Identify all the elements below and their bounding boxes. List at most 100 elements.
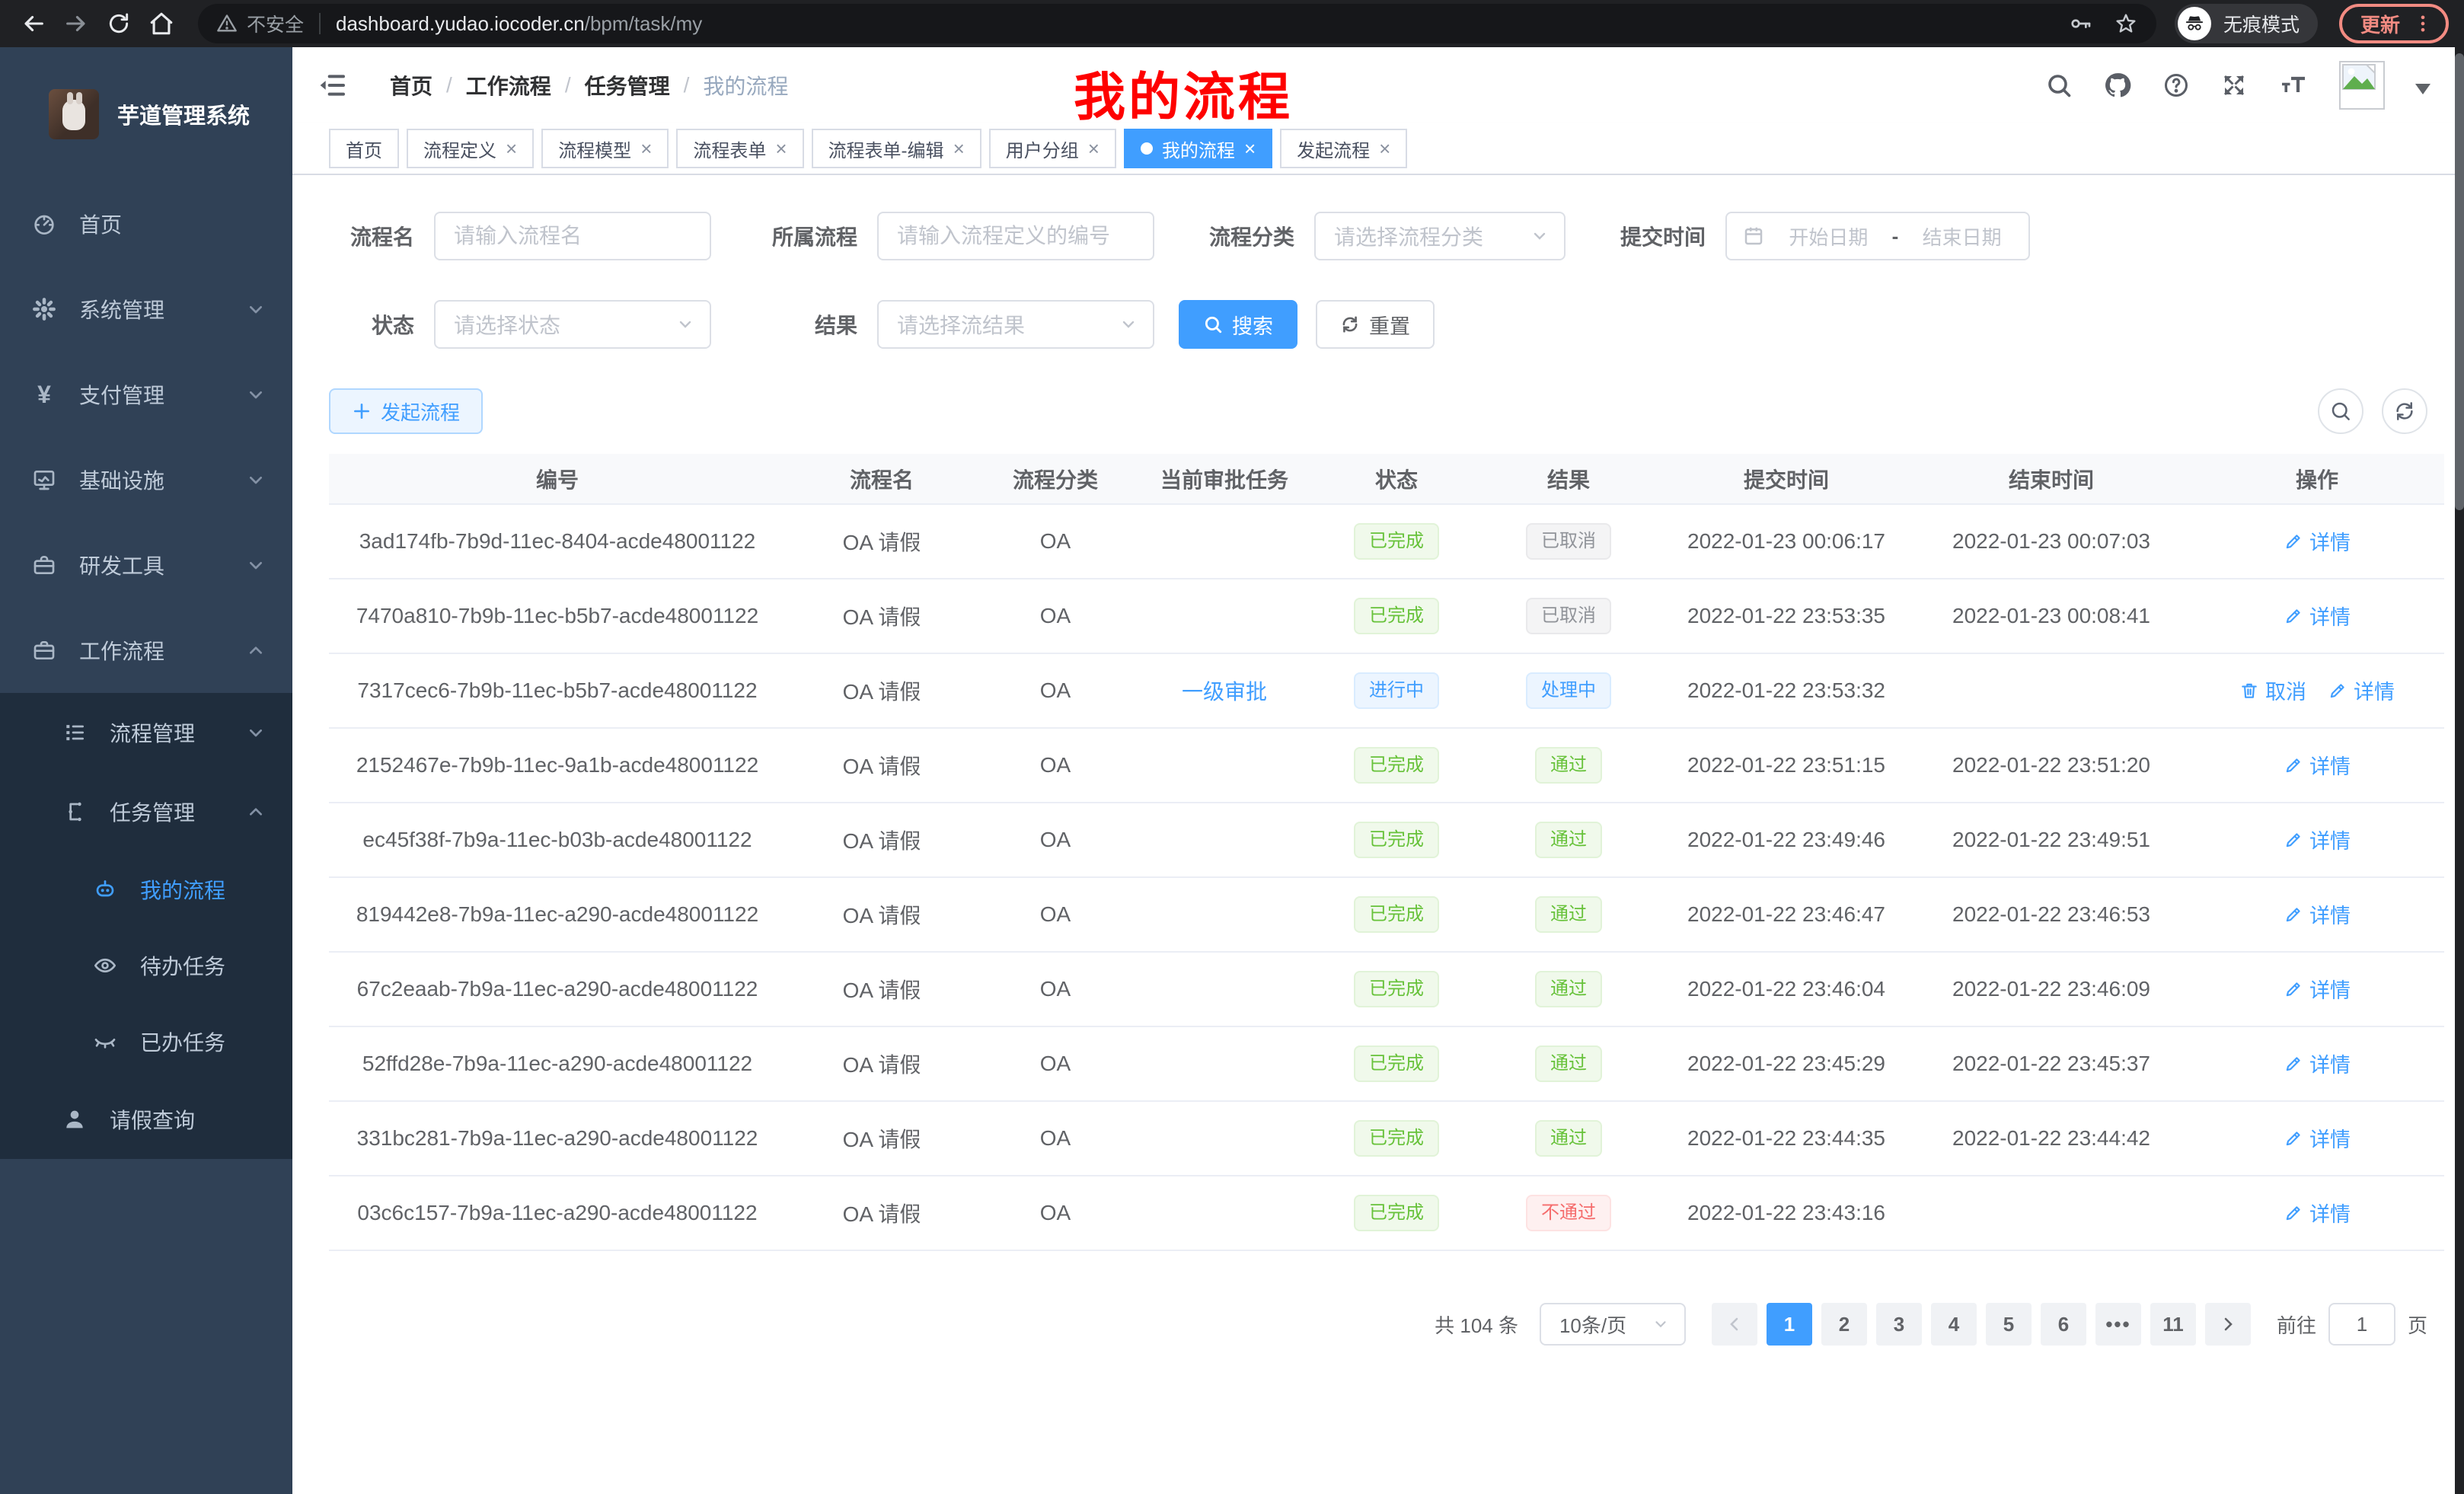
breadcrumb-item[interactable]: 任务管理 [585, 70, 670, 101]
toggle-search-button[interactable] [2318, 388, 2363, 434]
user-avatar[interactable] [2339, 61, 2385, 110]
sidebar-item-yen[interactable]: ¥支付管理 [0, 352, 292, 437]
sidebar-item-gear[interactable]: 系统管理 [0, 267, 292, 352]
detail-action-link[interactable]: 详情 [2284, 974, 2351, 1004]
sidebar-item-user[interactable]: 请假查询 [0, 1080, 292, 1159]
cell-status: 已完成 [1316, 1101, 1477, 1176]
font-size-icon[interactable] [2278, 72, 2309, 99]
task-link[interactable]: 一级审批 [1182, 680, 1267, 704]
browser-home-icon[interactable] [143, 5, 180, 42]
tab-close-icon[interactable]: × [953, 139, 965, 158]
result-badge: 通过 [1535, 747, 1602, 784]
end-date-placeholder[interactable]: 结束日期 [1910, 222, 2013, 251]
reset-button[interactable]: 重置 [1316, 300, 1435, 349]
next-page-button[interactable] [2205, 1303, 2251, 1346]
sidebar-item-toolbox[interactable]: 研发工具 [0, 522, 292, 608]
detail-action-link[interactable]: 详情 [2284, 1123, 2351, 1153]
cell-process-name: OA 请假 [786, 504, 978, 579]
tab-item[interactable]: 流程表单× [676, 129, 803, 168]
pencil-icon [2284, 1128, 2303, 1148]
flow-icon [61, 800, 88, 824]
security-indicator[interactable]: 不安全 [216, 10, 304, 37]
tab-item[interactable]: 流程定义× [407, 129, 534, 168]
tab-item[interactable]: 流程表单-编辑× [812, 129, 981, 168]
page-number-button[interactable]: 3 [1876, 1303, 1922, 1346]
tab-close-icon[interactable]: × [775, 139, 787, 158]
browser-reload-icon[interactable] [101, 5, 137, 42]
page-number-button[interactable]: 5 [1986, 1303, 2032, 1346]
goto-page-input[interactable] [2328, 1303, 2395, 1346]
breadcrumb-item[interactable]: 首页 [390, 70, 432, 101]
pencil-icon [2284, 1203, 2303, 1223]
breadcrumb-item[interactable]: 工作流程 [466, 70, 551, 101]
sidebar-item-monitor[interactable]: 基础设施 [0, 437, 292, 522]
tab-item[interactable]: 我的流程× [1124, 129, 1272, 168]
sidebar-item-flow[interactable]: 任务管理 [0, 772, 292, 851]
cancel-action-link[interactable]: 取消 [2239, 675, 2306, 705]
tab-close-icon[interactable]: × [640, 139, 652, 158]
tab-close-icon[interactable]: × [1379, 139, 1390, 158]
detail-action-link[interactable]: 详情 [2284, 601, 2351, 630]
page-ellipsis-button[interactable]: ••• [2095, 1303, 2141, 1346]
result-select[interactable]: 请选择流结果 [877, 300, 1154, 349]
sidebar-item-eye[interactable]: 待办任务 [0, 927, 292, 1004]
page-size-select[interactable]: 10条/页 [1540, 1303, 1686, 1346]
plus-icon [352, 401, 372, 421]
result-badge: 不通过 [1526, 1195, 1611, 1231]
sidebar-item-label: 首页 [79, 209, 122, 239]
url-bar[interactable]: 不安全 dashboard.yudao.iocoder.cn/bpm/task/… [198, 4, 2156, 43]
page-number-button[interactable]: 11 [2150, 1303, 2196, 1346]
page-number-button[interactable]: 1 [1767, 1303, 1812, 1346]
avatar-dropdown-caret-icon[interactable] [2415, 84, 2430, 102]
cell-actions: 详情 [2190, 579, 2444, 653]
bookmark-star-icon[interactable] [2114, 11, 2138, 36]
page-number-button[interactable]: 4 [1931, 1303, 1977, 1346]
browser-back-icon[interactable] [15, 5, 52, 42]
create-process-button[interactable]: 发起流程 [329, 388, 483, 434]
search-button[interactable]: 搜索 [1179, 300, 1297, 349]
detail-action-link[interactable]: 详情 [2284, 825, 2351, 854]
help-icon[interactable] [2162, 72, 2190, 99]
page-number-button[interactable]: 2 [1821, 1303, 1867, 1346]
password-key-icon[interactable] [2068, 11, 2092, 36]
detail-action-link[interactable]: 详情 [2284, 1049, 2351, 1078]
status-select[interactable]: 请选择状态 [434, 300, 711, 349]
detail-action-link[interactable]: 详情 [2284, 899, 2351, 929]
breadcrumb-item: 我的流程 [703, 70, 788, 101]
sidebar-item-label: 我的流程 [140, 874, 225, 905]
process-name-input[interactable] [434, 212, 711, 260]
browser-forward-icon[interactable] [58, 5, 94, 42]
sidebar-item-dashboard[interactable]: 首页 [0, 181, 292, 267]
submit-time-range-picker[interactable]: 开始日期 - 结束日期 [1725, 212, 2030, 260]
detail-action-link[interactable]: 详情 [2328, 675, 2395, 705]
page-number-button[interactable]: 6 [2041, 1303, 2086, 1346]
tab-item[interactable]: 发起流程× [1280, 129, 1407, 168]
process-def-input[interactable] [877, 212, 1154, 260]
tab-close-icon[interactable]: × [1088, 139, 1100, 158]
fullscreen-icon[interactable] [2220, 72, 2248, 99]
refresh-table-button[interactable] [2382, 388, 2427, 434]
sidebar-item-tree[interactable]: 流程管理 [0, 693, 292, 772]
tab-item[interactable]: 用户分组× [989, 129, 1116, 168]
scrollbar-thumb[interactable] [2455, 53, 2464, 510]
start-date-placeholder[interactable]: 开始日期 [1777, 222, 1880, 251]
detail-action-link[interactable]: 详情 [2284, 1198, 2351, 1227]
tab-item[interactable]: 流程模型× [541, 129, 669, 168]
tab-close-icon[interactable]: × [506, 139, 517, 158]
header-search-icon[interactable] [2045, 72, 2073, 99]
detail-action-link[interactable]: 详情 [2284, 526, 2351, 556]
sidebar-item-robot[interactable]: 我的流程 [0, 851, 292, 927]
update-button[interactable]: 更新 [2339, 4, 2449, 43]
cell-status: 已完成 [1316, 803, 1477, 877]
github-icon[interactable] [2103, 71, 2132, 100]
sidebar-item-eye-closed[interactable]: 已办任务 [0, 1004, 292, 1080]
tab-home[interactable]: 首页 [329, 129, 399, 168]
sidebar-item-briefcase[interactable]: 工作流程 [0, 608, 292, 693]
browser-menu-dots-icon[interactable] [2412, 11, 2434, 36]
tab-close-icon[interactable]: × [1244, 139, 1256, 158]
sidebar-item-label: 流程管理 [110, 717, 195, 748]
sidebar-collapse-icon[interactable] [317, 70, 347, 101]
category-select[interactable]: 请选择流程分类 [1314, 212, 1566, 260]
detail-action-link[interactable]: 详情 [2284, 750, 2351, 780]
table-row: 331bc281-7b9a-11ec-a290-acde48001122OA 请… [329, 1101, 2444, 1176]
